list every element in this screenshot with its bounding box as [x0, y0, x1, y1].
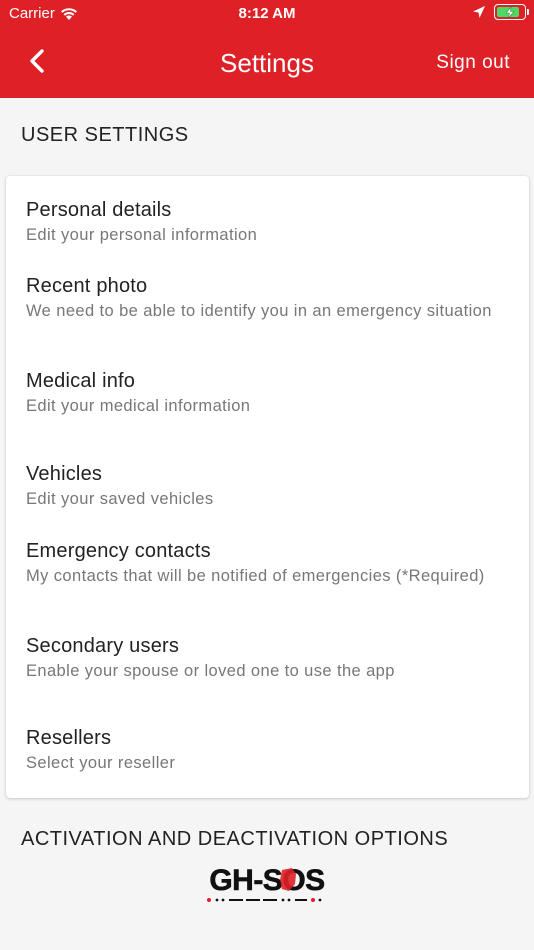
user-settings-heading: USER SETTINGS — [21, 124, 189, 146]
settings-item-secondary-users[interactable]: Secondary users Enable your spouse or lo… — [26, 634, 509, 682]
battery-charging-icon — [494, 4, 529, 20]
sign-out-button[interactable]: Sign out — [436, 52, 510, 74]
settings-item-subtitle: We need to be able to identify you in an… — [26, 302, 492, 320]
settings-item-subtitle: Select your reseller — [26, 754, 176, 772]
settings-item-personal-details[interactable]: Personal details Edit your personal info… — [26, 198, 509, 246]
user-settings-card: Personal details Edit your personal info… — [6, 176, 529, 798]
location-arrow-icon — [473, 6, 485, 18]
settings-item-medical-info[interactable]: Medical info Edit your medical informati… — [26, 369, 509, 417]
logo-text: GH-SOS — [209, 864, 324, 897]
settings-item-title: Secondary users — [26, 635, 180, 657]
settings-item-title: Emergency contacts — [26, 540, 211, 562]
settings-item-resellers[interactable]: Resellers Select your reseller — [26, 726, 509, 774]
settings-item-title: Personal details — [26, 199, 172, 221]
settings-item-subtitle: Edit your medical information — [26, 397, 251, 415]
settings-item-subtitle: My contacts that will be notified of eme… — [26, 567, 485, 585]
settings-item-subtitle: Edit your personal information — [26, 226, 258, 244]
settings-item-recent-photo[interactable]: Recent photo We need to be able to ident… — [26, 274, 509, 322]
gh-sos-logo: GH-SOS — [207, 864, 325, 902]
status-icons — [472, 4, 529, 20]
settings-item-subtitle: Edit your saved vehicles — [26, 490, 214, 508]
app-header: Carrier 8:12 AM Settings Sign out — [0, 0, 534, 98]
settings-item-title: Vehicles — [26, 463, 103, 485]
activation-options-heading: ACTIVATION AND DEACTIVATION OPTIONS — [21, 828, 449, 850]
clock: 8:12 AM — [238, 5, 296, 22]
settings-item-vehicles[interactable]: Vehicles Edit your saved vehicles — [26, 462, 509, 510]
settings-item-title: Recent photo — [26, 275, 148, 297]
status-bar: Carrier 8:12 AM — [0, 0, 534, 28]
settings-item-subtitle: Enable your spouse or loved one to use t… — [26, 662, 395, 680]
settings-item-emergency-contacts[interactable]: Emergency contacts My contacts that will… — [26, 539, 509, 587]
settings-item-title: Resellers — [26, 727, 112, 749]
settings-item-title: Medical info — [26, 370, 136, 392]
